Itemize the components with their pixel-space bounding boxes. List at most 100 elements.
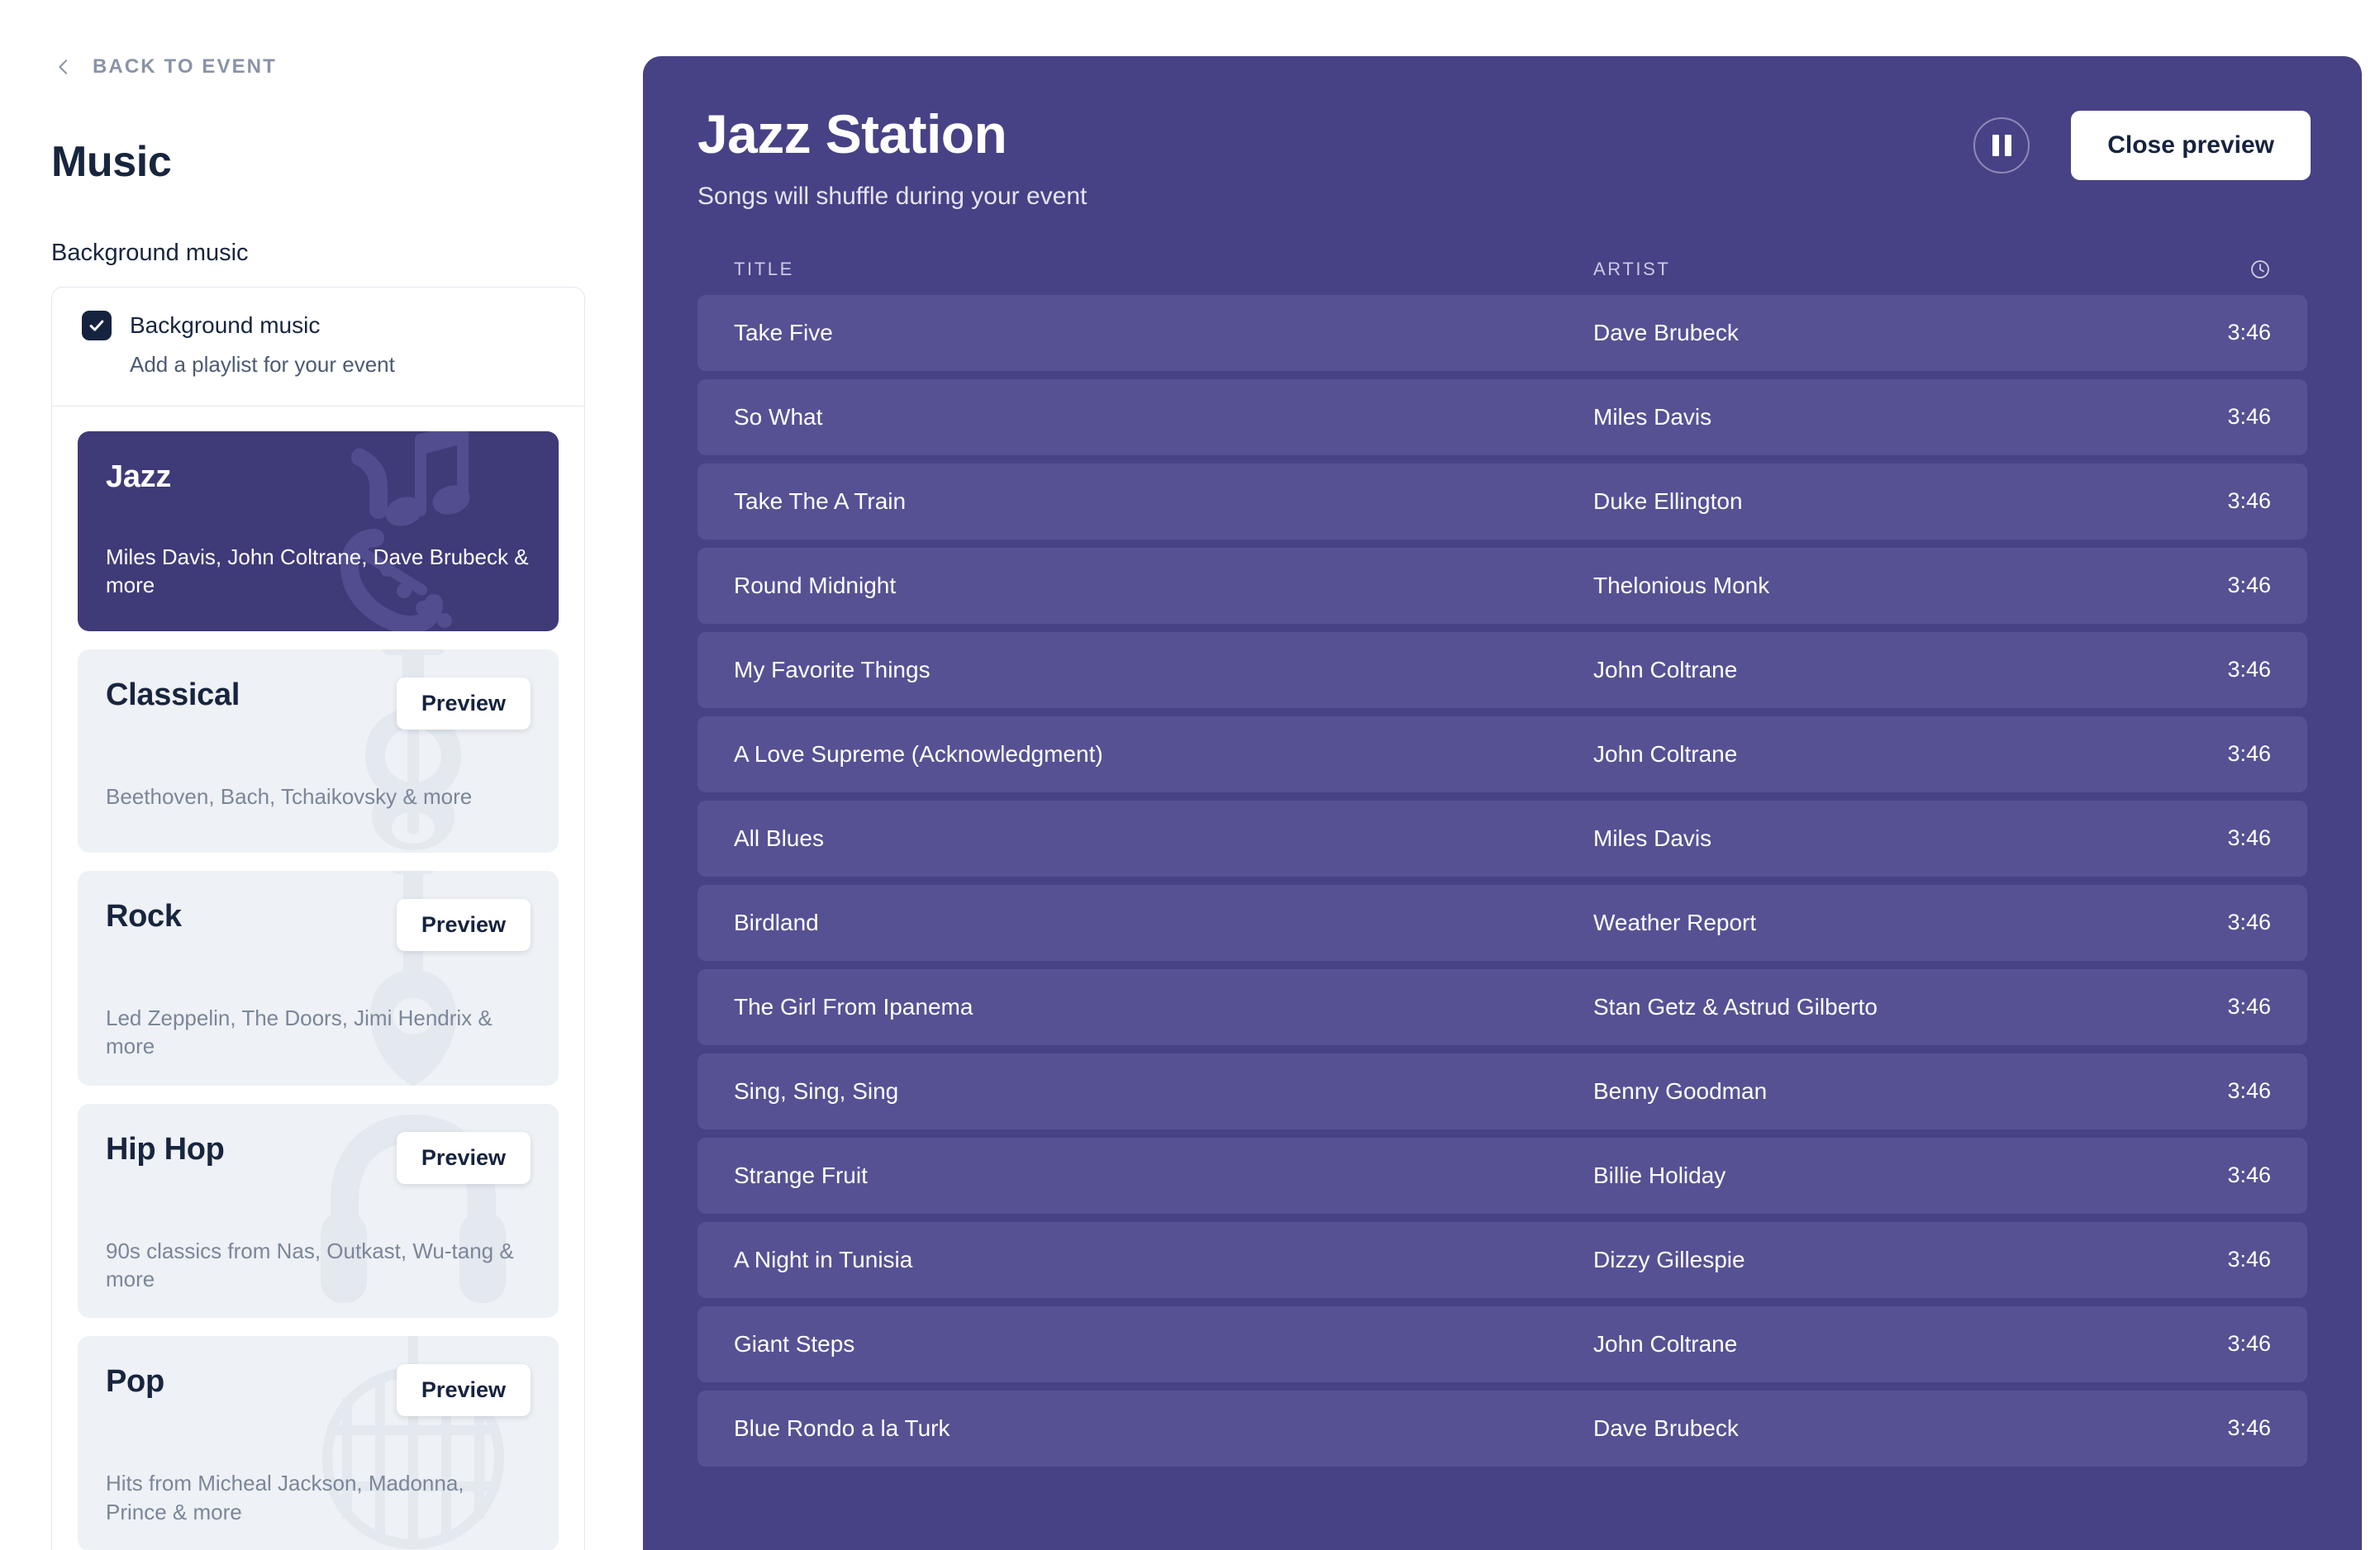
pause-button[interactable] [1973, 117, 2030, 174]
background-music-description: Add a playlist for your event [130, 352, 395, 377]
track-artist: Benny Goodman [1593, 1077, 1768, 1104]
back-to-event-link[interactable]: BACK TO EVENT [0, 51, 643, 83]
track-artist: Dizzy Gillespie [1593, 1246, 1745, 1272]
track-artist: Weather Report [1593, 909, 1757, 935]
track-artist: John Coltrane [1593, 656, 1738, 682]
close-preview-button[interactable]: Close preview [2071, 111, 2311, 180]
track-duration: 3:46 [2227, 488, 2271, 514]
playlist-name: Rock [106, 899, 182, 934]
track-title: Sing, Sing, Sing [734, 1077, 899, 1104]
chevron-left-icon [59, 59, 68, 74]
track-artist: John Coltrane [1593, 1330, 1738, 1357]
track-title: Take The A Train [734, 487, 907, 514]
preview-button-hip-hop[interactable]: Preview [396, 1131, 531, 1184]
track-duration: 3:46 [2227, 825, 2271, 851]
section-label-background-music: Background music [51, 240, 249, 266]
playlist-card-hip-hop[interactable]: Hip Hop Preview 90s classics from Nas, O… [78, 1103, 559, 1319]
table-row[interactable]: Giant Steps John Coltrane 3:46 [697, 1305, 2307, 1382]
track-row-list: Take Five Dave Brubeck 3:46 So What Miles Da… [697, 294, 2307, 1467]
track-duration: 3:46 [2227, 657, 2271, 682]
track-title: All Blues [734, 825, 824, 851]
track-artist: Stan Getz & Astrud Gilberto [1593, 993, 1878, 1020]
station-preview-header: Jazz Station Songs will shuffle during y… [643, 56, 2362, 211]
table-row[interactable]: My Favorite Things John Coltrane 3:46 [697, 631, 2307, 708]
table-row[interactable]: All Blues Miles Davis 3:46 [697, 800, 2307, 877]
table-row[interactable]: So What Miles Davis 3:46 [697, 378, 2307, 455]
table-row[interactable]: Take The A Train Duke Ellington 3:46 [697, 463, 2307, 540]
pause-icon-bar-right [2004, 135, 2011, 156]
table-row[interactable]: Birdland Weather Report 3:46 [697, 884, 2307, 961]
table-row[interactable]: Blue Rondo a la Turk Dave Brubeck 3:46 [697, 1390, 2307, 1467]
background-music-label: Background music [130, 312, 321, 338]
track-title: Take Five [734, 319, 833, 345]
column-header-title: TITLE [734, 258, 794, 279]
track-title: A Love Supreme (Acknowledgment) [734, 740, 1103, 767]
playlist-artists: 90s classics from Nas, Outkast, Wu-tang … [106, 1238, 514, 1291]
playlist-artists: Hits from Micheal Jackson, Madonna, Prin… [106, 1471, 464, 1524]
playlist-name: Pop [106, 1364, 164, 1400]
table-row[interactable]: Round Midnight Thelonious Monk 3:46 [697, 547, 2307, 624]
track-title: My Favorite Things [734, 656, 931, 682]
track-table: TITLE ARTIST Take Five Dave Brubeck 3:46 So… [697, 259, 2307, 1467]
playlist-artists: Beethoven, Bach, Tchaikovsky & more [106, 784, 473, 809]
track-duration: 3:46 [2227, 573, 2271, 598]
back-to-event-label: BACK TO EVENT [93, 55, 277, 78]
track-duration: 3:46 [2227, 404, 2271, 430]
playlist-name: Hip Hop [106, 1131, 225, 1167]
track-artist: Miles Davis [1593, 403, 1712, 430]
track-duration: 3:46 [2227, 1331, 2271, 1357]
track-title: Birdland [734, 909, 819, 935]
pause-icon-bar-left [1992, 135, 1999, 156]
background-music-toggle-row: Background music Add a playlist for your… [52, 288, 584, 407]
playlist-name: Jazz [106, 459, 172, 494]
track-title: So What [734, 403, 823, 430]
sidebar: BACK TO EVENT Music Background music Bac… [0, 0, 643, 1550]
table-row[interactable]: A Love Supreme (Acknowledgment) John Colt… [697, 716, 2307, 792]
playlist-name: Classical [106, 678, 240, 712]
track-title: Giant Steps [734, 1330, 855, 1357]
track-title: Blue Rondo a la Turk [734, 1414, 950, 1441]
playlist-list: Jazz Miles Davis, John Coltrane, Dave Br… [52, 407, 584, 1550]
playlist-artists: Led Zeppelin, The Doors, Jimi Hendrix & … [106, 1006, 493, 1059]
track-artist: Dave Brubeck [1593, 1414, 1739, 1441]
playlist-card-jazz[interactable]: Jazz Miles Davis, John Coltrane, Dave Br… [78, 431, 559, 631]
clock-icon [2251, 259, 2269, 278]
check-icon [89, 320, 104, 331]
track-duration: 3:46 [2227, 1162, 2271, 1188]
track-duration: 3:46 [2227, 1415, 2271, 1441]
table-row[interactable]: Sing, Sing, Sing Benny Goodman 3:46 [697, 1053, 2307, 1129]
table-row[interactable]: Take Five Dave Brubeck 3:46 [697, 294, 2307, 371]
track-artist: Thelonious Monk [1593, 572, 1770, 598]
column-header-artist: ARTIST [1593, 258, 1671, 279]
playlist-card-pop[interactable]: Pop Preview Hits from Micheal Jackson, M… [78, 1336, 559, 1550]
track-artist: John Coltrane [1593, 740, 1738, 767]
track-title: A Night in Tunisia [734, 1246, 913, 1272]
track-title: The Girl From Ipanema [734, 993, 973, 1020]
table-row[interactable]: Strange Fruit Billie Holiday 3:46 [697, 1137, 2307, 1214]
music-settings-page: BACK TO EVENT Music Background music Bac… [0, 0, 2380, 1550]
track-duration: 3:46 [2227, 741, 2271, 767]
table-row[interactable]: The Girl From Ipanema Stan Getz & Astrud … [697, 968, 2307, 1045]
playlist-artists: Miles Davis, John Coltrane, Dave Brubeck… [106, 544, 529, 598]
table-row[interactable]: A Night in Tunisia Dizzy Gillespie 3:46 [697, 1221, 2307, 1298]
track-artist: Duke Ellington [1593, 487, 1743, 514]
background-music-checkbox[interactable] [82, 311, 112, 340]
playlist-card-rock[interactable]: Rock Preview Led Zeppelin, The Doors, Ji… [78, 871, 559, 1086]
playlist-card-classical[interactable]: Classical Preview Beethoven, Bach, Tchai… [78, 649, 559, 853]
track-duration: 3:46 [2227, 320, 2271, 345]
preview-button-classical[interactable]: Preview [396, 678, 531, 730]
page-title: Music [51, 138, 172, 186]
preview-button-rock[interactable]: Preview [396, 899, 531, 951]
track-title: Strange Fruit [734, 1162, 868, 1188]
station-preview-actions: Close preview [1973, 111, 2311, 180]
track-duration: 3:46 [2227, 1078, 2271, 1104]
track-duration: 3:46 [2227, 1247, 2271, 1272]
track-table-header: TITLE ARTIST [697, 259, 2307, 295]
track-artist: Dave Brubeck [1593, 319, 1739, 345]
station-preview-panel: Jazz Station Songs will shuffle during y… [643, 56, 2362, 1550]
preview-button-pop[interactable]: Preview [396, 1364, 531, 1417]
background-music-panel: Background music Add a playlist for your… [51, 287, 585, 1550]
track-title: Round Midnight [734, 572, 897, 598]
station-subtitle: Songs will shuffle during your event [697, 182, 1088, 210]
track-artist: Billie Holiday [1593, 1162, 1726, 1188]
